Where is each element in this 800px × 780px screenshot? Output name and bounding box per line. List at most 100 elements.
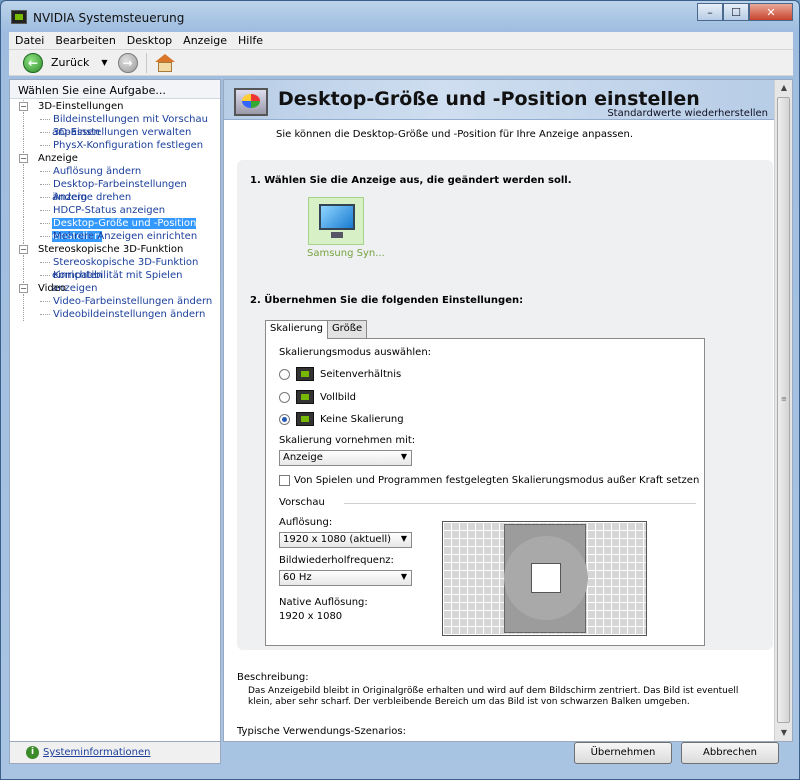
tree-item-mehrere-anzeigen[interactable]: Mehrere Anzeigen einrichten (10, 230, 220, 243)
sysinfo-link[interactable]: Systeminformationen (43, 747, 151, 758)
radio-keine-skalierung[interactable] (279, 414, 290, 425)
monitor-icon (319, 204, 355, 230)
sysinfo-bar: i Systeminformationen (9, 742, 221, 764)
tree-category-stereo[interactable]: − Stereoskopische 3D-Funktion (10, 243, 220, 256)
scroll-up-icon[interactable]: ▲ (776, 80, 792, 96)
info-icon: i (26, 746, 39, 759)
fullscreen-icon (296, 390, 314, 404)
forward-arrow-icon[interactable]: → (117, 52, 138, 73)
nvidia-app-icon (11, 10, 27, 24)
tree-item-3d-verwalten[interactable]: 3D-Einstellungen verwalten (10, 126, 220, 139)
cancel-button[interactable]: Abbrechen (681, 742, 779, 764)
chevron-down-icon: ▼ (400, 534, 407, 543)
perform-with-select[interactable]: Anzeige ▼ (279, 450, 412, 466)
collapse-icon[interactable]: − (19, 102, 28, 111)
collapse-icon[interactable]: − (19, 154, 28, 163)
scroll-thumb[interactable]: ≡ (777, 97, 790, 723)
native-resolution-label: Native Auflösung: (279, 597, 368, 608)
tree-category-anzeige[interactable]: − Anzeige (10, 152, 220, 165)
minimize-button[interactable]: – (697, 3, 723, 21)
home-icon[interactable] (154, 53, 175, 72)
step1-heading: 1. Wählen Sie die Anzeige aus, die geänd… (250, 175, 572, 186)
scroll-down-icon[interactable]: ▼ (776, 725, 792, 741)
content-scrollbar[interactable]: ▲ ≡ ▼ (774, 80, 792, 741)
toolbar: ← Zurück ▼ → (9, 50, 793, 76)
preview-divider (344, 503, 696, 504)
mode-label-seitenverhaeltnis[interactable]: Seitenverhältnis (320, 369, 401, 380)
tree-item-kompatibilitaet[interactable]: Kompatibilität mit Spielen anzeigen (10, 269, 220, 294)
window-title: NVIDIA Systemsteuerung (33, 11, 185, 25)
tree-item-desktop-groesse[interactable]: Desktop-Größe und -Position einstellen (10, 217, 220, 242)
tree-item-farbeinstellungen[interactable]: Desktop-Farbeinstellungen ändern (10, 178, 220, 203)
history-dropdown-icon[interactable]: ▼ (101, 58, 107, 67)
scaling-preview (442, 521, 647, 636)
chevron-down-icon: ▼ (400, 452, 407, 461)
preview-test-square (531, 563, 561, 593)
collapse-icon[interactable]: − (19, 245, 28, 254)
description-heading: Beschreibung: (237, 672, 309, 683)
display-label[interactable]: Samsung Syn... (307, 248, 385, 259)
app-window: NVIDIA Systemsteuerung – ☐ ✕ Datei Bearb… (0, 0, 800, 780)
refresh-select[interactable]: 60 Hz ▼ (279, 570, 412, 586)
tree-item-hdcp[interactable]: HDCP-Status anzeigen (10, 204, 220, 217)
title-bar[interactable]: NVIDIA Systemsteuerung – ☐ ✕ (1, 1, 799, 31)
mode-label-vollbild[interactable]: Vollbild (320, 392, 356, 403)
usage-heading: Typische Verwendungs-Szenarios: (237, 726, 406, 737)
tree-item-anzeige-drehen[interactable]: Anzeige drehen (10, 191, 220, 204)
description-text: Das Anzeigebild bleibt in Originalgröße … (248, 686, 739, 707)
menu-desktop[interactable]: Desktop (127, 34, 172, 47)
native-resolution-value: 1920 x 1080 (279, 611, 343, 622)
tree-item-stereo-einrichten[interactable]: Stereoskopische 3D-Funktion einrichten (10, 256, 220, 281)
chevron-down-icon: ▼ (400, 572, 407, 581)
page-banner: Desktop-Größe und -Position einstellen S… (224, 80, 774, 120)
preview-group-label: Vorschau (279, 497, 325, 508)
maximize-button[interactable]: ☐ (723, 3, 749, 21)
override-checkbox[interactable] (279, 475, 290, 486)
close-button[interactable]: ✕ (749, 3, 793, 21)
tree-item-bildeinstellungen[interactable]: Bildeinstellungen mit Vorschau anpassen (10, 113, 220, 138)
task-panel-header: Wählen Sie eine Aufgabe... (10, 80, 220, 99)
display-selector[interactable] (308, 197, 364, 245)
menu-bar: Datei Bearbeiten Desktop Anzeige Hilfe (9, 32, 793, 50)
tree-category-video[interactable]: − Video (10, 282, 220, 295)
display-settings-icon (234, 88, 268, 116)
scaling-tab-panel: Skalierungsmodus auswählen: Seitenverhäl… (265, 338, 705, 646)
settings-box: 1. Wählen Sie die Anzeige aus, die geänd… (237, 160, 773, 650)
tree-category-3d[interactable]: − 3D-Einstellungen (10, 100, 220, 113)
tab-groesse[interactable]: Größe (326, 320, 368, 338)
apply-button[interactable]: Übernehmen (574, 742, 672, 764)
back-button-label[interactable]: Zurück (51, 56, 89, 69)
step2-heading: 2. Übernehmen Sie die folgenden Einstell… (250, 295, 524, 306)
perform-with-label: Skalierung vornehmen mit: (279, 435, 416, 446)
resolution-label: Auflösung: (279, 517, 333, 528)
menu-hilfe[interactable]: Hilfe (238, 34, 263, 47)
menu-datei[interactable]: Datei (15, 34, 44, 47)
restore-defaults-link[interactable]: Standardwerte wiederherstellen (607, 108, 768, 119)
radio-vollbild[interactable] (279, 392, 290, 403)
content-panel: Desktop-Größe und -Position einstellen S… (223, 79, 793, 742)
toolbar-separator (145, 52, 147, 73)
override-label[interactable]: Von Spielen und Programmen festgelegten … (294, 475, 699, 486)
mode-label-keine-skalierung[interactable]: Keine Skalierung (320, 414, 404, 425)
resolution-select[interactable]: 1920 x 1080 (aktuell) ▼ (279, 532, 412, 548)
aspect-ratio-icon (296, 367, 314, 381)
tab-strip: Skalierung Größe (265, 320, 368, 339)
tab-skalierung[interactable]: Skalierung (265, 320, 328, 339)
menu-anzeige[interactable]: Anzeige (183, 34, 227, 47)
grip-icon: ≡ (781, 395, 787, 403)
tree-item-physx[interactable]: PhysX-Konfiguration festlegen (10, 139, 220, 152)
tree-item-video-farbe[interactable]: Video-Farbeinstellungen ändern (10, 295, 220, 308)
scaling-mode-label: Skalierungsmodus auswählen: (279, 347, 432, 358)
page-title: Desktop-Größe und -Position einstellen (278, 88, 700, 110)
refresh-label: Bildwiederholfrequenz: (279, 555, 394, 566)
tree-item-videobild[interactable]: Videobildeinstellungen ändern (10, 308, 220, 321)
tree-item-aufloesung[interactable]: Auflösung ändern (10, 165, 220, 178)
radio-seitenverhaeltnis[interactable] (279, 369, 290, 380)
task-tree: − 3D-Einstellungen Bildeinstellungen mit… (10, 99, 220, 321)
menu-bearbeiten[interactable]: Bearbeiten (55, 34, 115, 47)
no-scaling-icon (296, 412, 314, 426)
back-arrow-icon[interactable]: ← (23, 52, 43, 73)
collapse-icon[interactable]: − (19, 284, 28, 293)
task-panel: Wählen Sie eine Aufgabe... − 3D-Einstell… (9, 79, 221, 742)
window-controls: – ☐ ✕ (697, 3, 793, 21)
